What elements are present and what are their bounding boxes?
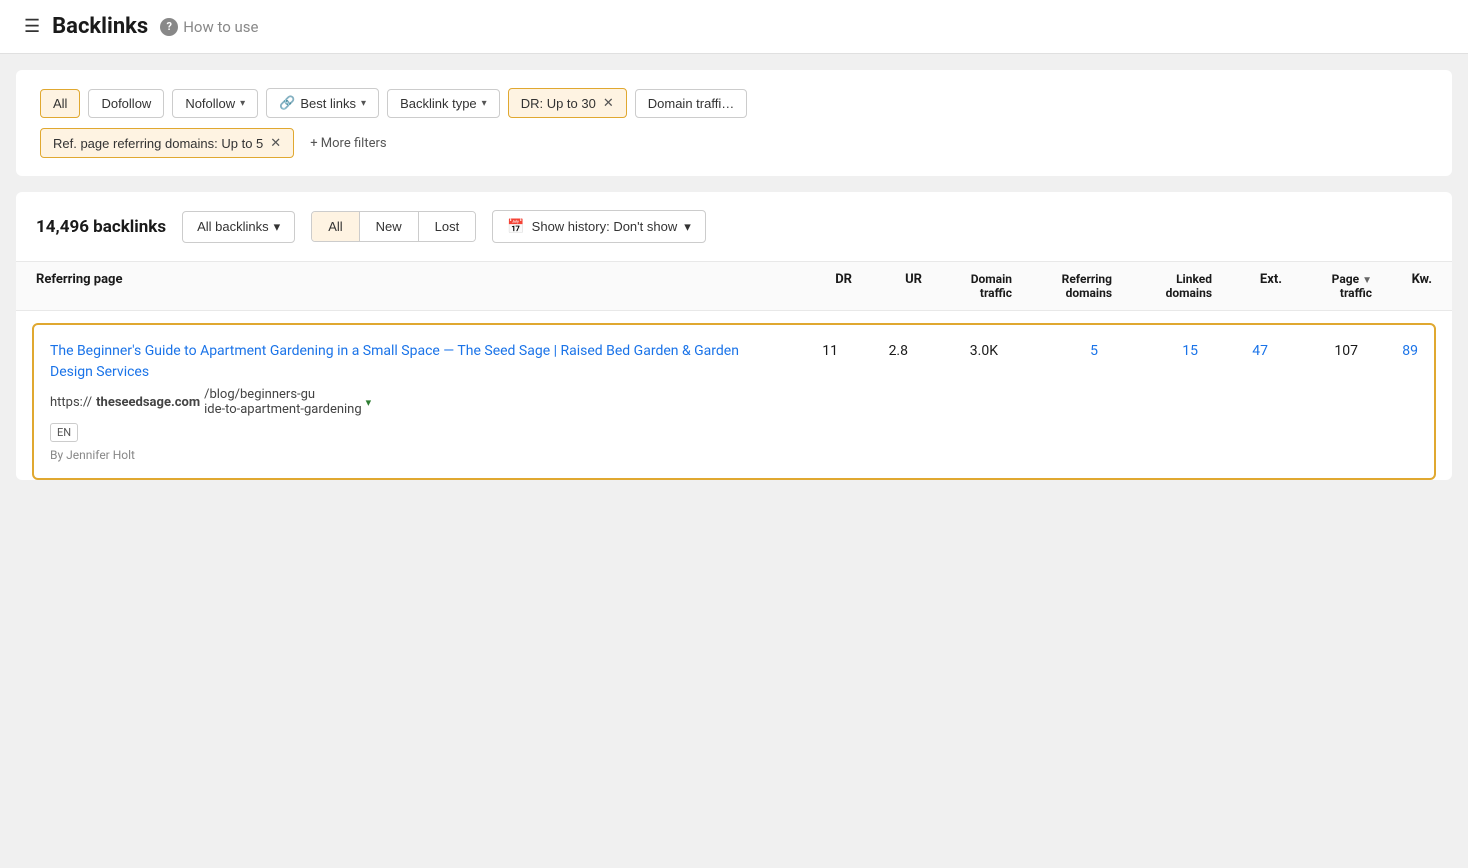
author: By Jennifer Holt xyxy=(50,448,758,462)
calendar-icon: 📅 xyxy=(507,218,524,235)
referring-domains-value[interactable]: 5 xyxy=(998,341,1098,359)
filter-domain-traffic[interactable]: Domain traffi… xyxy=(635,89,747,118)
backlinks-count: 14,496 backlinks xyxy=(36,217,166,237)
link-icon: 🔗 xyxy=(279,95,295,111)
ur-value: 2.8 xyxy=(838,341,908,359)
menu-icon[interactable]: ☰ xyxy=(24,16,40,37)
page-url: https:// theseedsage.com/blog/beginners-g… xyxy=(50,387,758,417)
help-icon: ? xyxy=(160,18,178,36)
page-title: Backlinks xyxy=(52,14,148,39)
chevron-down-icon: ▾ xyxy=(274,219,281,235)
col-page-traffic[interactable]: Page ▼traffic xyxy=(1282,272,1372,300)
show-history-btn[interactable]: 📅 Show history: Don't show ▾ xyxy=(492,210,706,243)
filter-dofollow[interactable]: Dofollow xyxy=(88,89,164,118)
close-icon[interactable]: ✕ xyxy=(270,135,281,151)
more-filters-btn[interactable]: + More filters xyxy=(302,130,394,157)
chevron-down-icon: ▾ xyxy=(482,98,487,109)
url-prefix: https:// xyxy=(50,395,92,410)
filters-row-1: All Dofollow Nofollow ▾ 🔗 Best links ▾ B… xyxy=(40,88,1428,118)
col-ur[interactable]: UR xyxy=(852,272,922,300)
how-to-use-link[interactable]: ? How to use xyxy=(160,18,258,36)
all-backlinks-dropdown[interactable]: All backlinks ▾ xyxy=(182,211,295,243)
col-referring-domains[interactable]: Referringdomains xyxy=(1012,272,1112,300)
table-row: The Beginner's Guide to Apartment Garden… xyxy=(32,323,1436,480)
filter-nofollow[interactable]: Nofollow ▾ xyxy=(172,89,258,118)
col-ext[interactable]: Ext. xyxy=(1212,272,1282,300)
kw-value[interactable]: 89 xyxy=(1358,341,1418,359)
lang-badge: EN xyxy=(50,417,758,442)
tab-lost[interactable]: Lost xyxy=(419,212,476,241)
main-section: 14,496 backlinks All backlinks ▾ All New… xyxy=(16,192,1452,480)
col-dr[interactable]: DR xyxy=(782,272,852,300)
filter-all[interactable]: All xyxy=(40,89,80,118)
tab-all[interactable]: All xyxy=(312,212,359,241)
chevron-down-icon: ▾ xyxy=(240,98,245,109)
url-domain: theseedsage.com xyxy=(96,395,200,410)
url-path: /blog/beginners-guide-to-apartment-garde… xyxy=(204,387,362,417)
tab-new[interactable]: New xyxy=(360,212,419,241)
table-controls: 14,496 backlinks All backlinks ▾ All New… xyxy=(16,192,1452,262)
backlinks-tabs: All New Lost xyxy=(311,211,476,242)
page-traffic-value: 107 xyxy=(1268,341,1358,359)
linked-domains-value[interactable]: 15 xyxy=(1098,341,1198,359)
dr-value: 11 xyxy=(768,341,838,359)
filter-dr[interactable]: DR: Up to 30 ✕ xyxy=(508,88,627,118)
col-kw[interactable]: Kw. xyxy=(1372,272,1432,300)
filters-row-2: Ref. page referring domains: Up to 5 ✕ +… xyxy=(40,128,1428,158)
chevron-down-icon: ▾ xyxy=(361,98,366,109)
how-to-use-label: How to use xyxy=(183,18,258,36)
row-grid: The Beginner's Guide to Apartment Garden… xyxy=(50,341,1418,462)
col-referring-page: Referring page xyxy=(36,272,782,300)
filter-ref-page-domains[interactable]: Ref. page referring domains: Up to 5 ✕ xyxy=(40,128,294,158)
referring-page-cell: The Beginner's Guide to Apartment Garden… xyxy=(50,341,768,462)
filters-section: All Dofollow Nofollow ▾ 🔗 Best links ▾ B… xyxy=(16,70,1452,176)
table-header: Referring page DR UR Domaintraffic Refer… xyxy=(16,262,1452,311)
close-icon[interactable]: ✕ xyxy=(603,95,614,111)
filter-best-links[interactable]: 🔗 Best links ▾ xyxy=(266,88,379,118)
page-title-link[interactable]: The Beginner's Guide to Apartment Garden… xyxy=(50,343,739,380)
url-dropdown-icon[interactable]: ▾ xyxy=(366,396,372,409)
header: ☰ Backlinks ? How to use xyxy=(0,0,1468,54)
filter-backlink-type[interactable]: Backlink type ▾ xyxy=(387,89,500,118)
domain-traffic-value: 3.0K xyxy=(908,341,998,359)
ext-value[interactable]: 47 xyxy=(1198,341,1268,359)
col-linked-domains[interactable]: Linkeddomains xyxy=(1112,272,1212,300)
col-domain-traffic[interactable]: Domaintraffic xyxy=(922,272,1012,300)
chevron-down-icon: ▾ xyxy=(684,219,691,235)
